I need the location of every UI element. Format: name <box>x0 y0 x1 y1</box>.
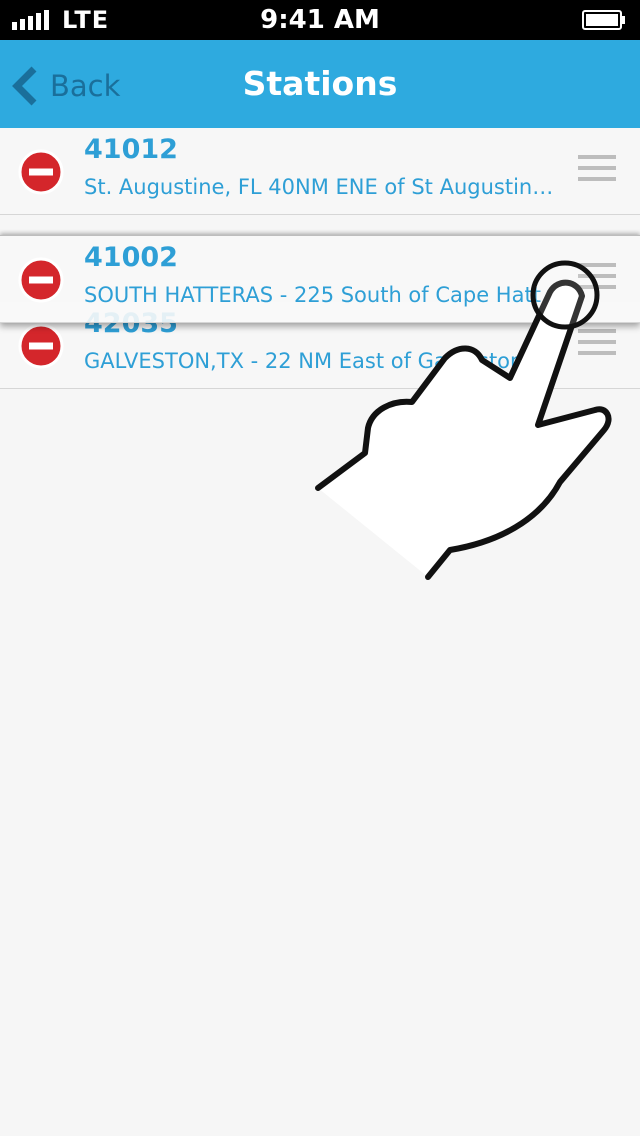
station-id: 41002 <box>84 242 178 273</box>
station-id: 41012 <box>84 134 178 165</box>
delete-icon[interactable] <box>18 323 64 369</box>
delete-icon[interactable] <box>18 257 64 303</box>
reorder-handle-icon[interactable] <box>578 155 616 189</box>
navigation-bar: Back Stations <box>0 40 640 128</box>
clock: 9:41 AM <box>260 5 380 35</box>
status-bar: LTE 9:41 AM <box>0 0 640 40</box>
dragging-station-row[interactable]: 41002 SOUTH HATTERAS - 225 South of Cape… <box>0 235 640 323</box>
delete-icon[interactable] <box>18 149 64 195</box>
battery-icon <box>582 10 625 30</box>
page-title: Stations <box>242 64 398 103</box>
reorder-handle-icon[interactable] <box>578 263 616 297</box>
station-description: St. Augustine, FL 40NM ENE of St Augusti… <box>84 175 562 199</box>
reorder-handle-icon[interactable] <box>578 329 616 363</box>
station-description: GALVESTON,TX - 22 NM East of Galveston <box>84 349 524 373</box>
station-row[interactable]: 41012 St. Augustine, FL 40NM ENE of St A… <box>0 128 640 215</box>
station-description: SOUTH HATTERAS - 225 South of Cape Hatte… <box>84 283 562 307</box>
